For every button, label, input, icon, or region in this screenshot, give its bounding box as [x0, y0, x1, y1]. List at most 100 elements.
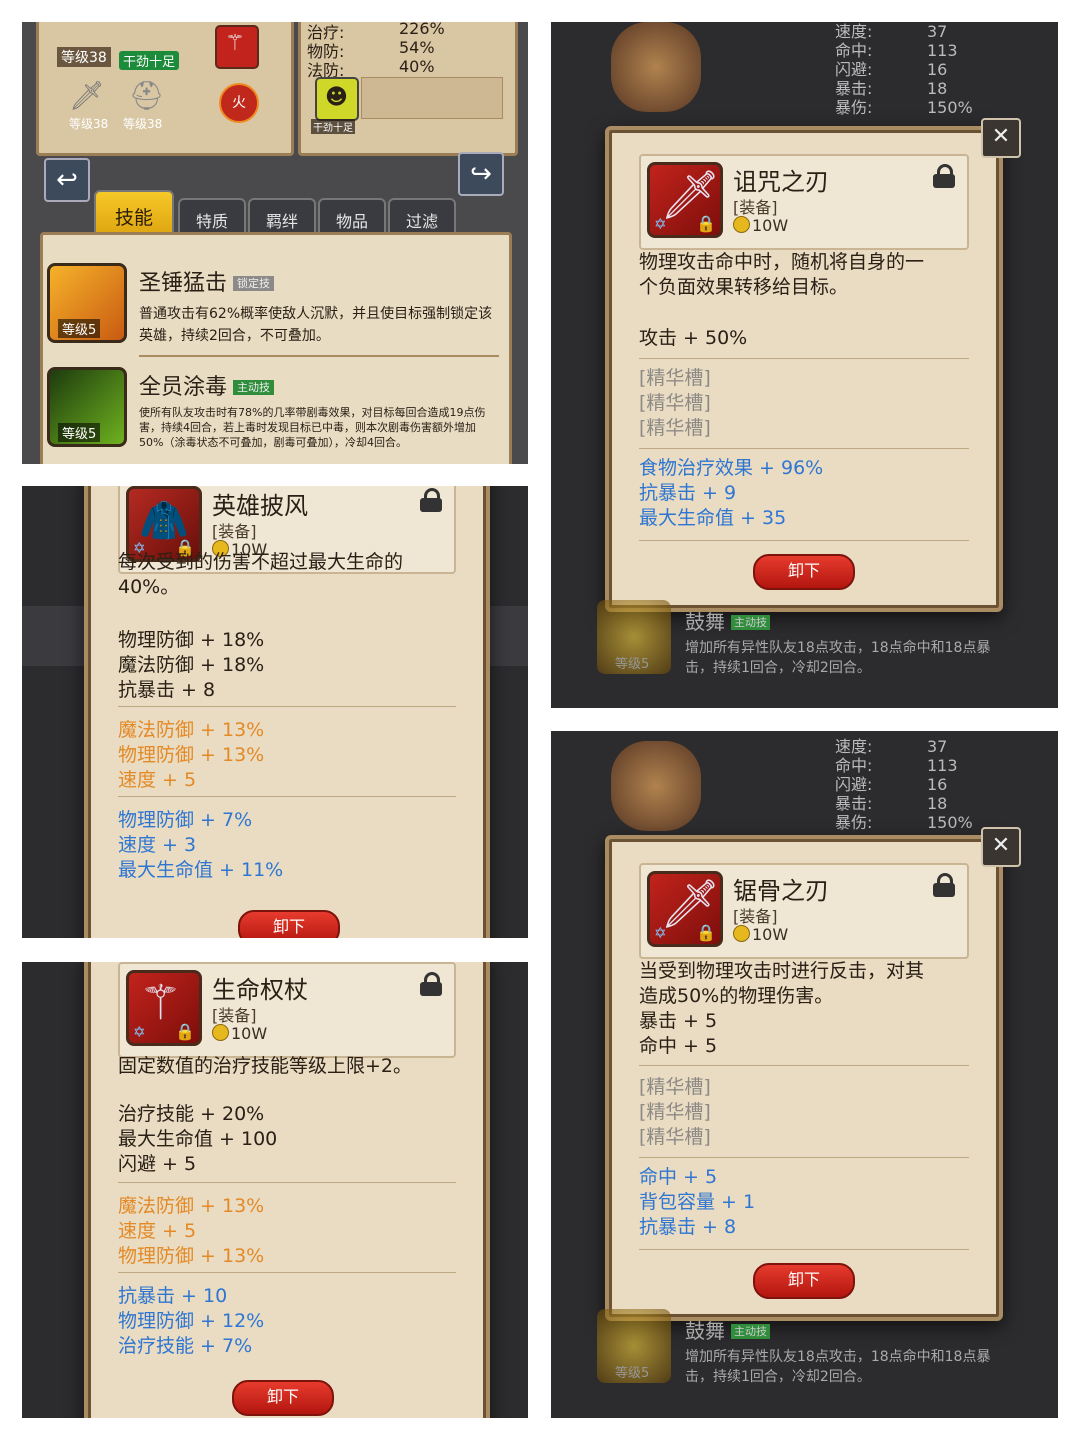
- close-icon: ✕: [991, 124, 1011, 149]
- divider: [118, 1182, 456, 1183]
- hero-equipment-panel: 等级38 干劲十足 🗡 等级38 ⛑ 等级38 ⚚ 火: [36, 22, 294, 156]
- skill-name: 全员涂毒: [139, 375, 228, 400]
- essence-slots: [精华槽] [精华槽] [精华槽]: [639, 366, 969, 441]
- stat-line: 命中 + 5: [639, 1035, 718, 1057]
- skill-title: 全员涂毒 主动技: [139, 369, 275, 401]
- stat-line: 物理防御 + 13%: [118, 744, 265, 766]
- essence-slot[interactable]: [精华槽]: [639, 1075, 969, 1100]
- lock-small-icon: 🔒: [175, 1022, 195, 1041]
- item-header: 🗡 ✡ 🔒 锯骨之刃 [装备] 10W: [639, 863, 969, 959]
- background-skill-row: 等级5 鼓舞 主动技 增加所有异性队友18点攻击，18点命中和18点暴击，持续1回…: [597, 1309, 1037, 1389]
- cloak-screenshot: 🧥 ✡ 🔒 英雄披风 [装备] 10W 每次受到的伤害不超过最大生命的40%。 …: [22, 486, 528, 938]
- stat-line: 食物治疗效果 + 96%: [639, 457, 824, 479]
- divider: [118, 796, 456, 797]
- stat-line: 魔法防御 + 13%: [118, 719, 265, 741]
- poison-blade-icon: 等级5: [47, 367, 127, 447]
- base-stats: 暴击 + 5 命中 + 5: [639, 1009, 969, 1059]
- item-popup: 🧥 ✡ 🔒 英雄披风 [装备] 10W 每次受到的伤害不超过最大生命的40%。 …: [84, 486, 490, 938]
- essence-slot[interactable]: [精华槽]: [639, 416, 969, 441]
- bg-stat-label: 闪避:: [835, 775, 873, 794]
- item-price: 10W: [733, 216, 788, 235]
- close-button[interactable]: ✕: [981, 118, 1021, 158]
- divider: [639, 1249, 969, 1250]
- morale-badge: 干劲十足: [119, 51, 180, 70]
- stat-line: 物理防御 + 7%: [118, 809, 253, 831]
- unequip-button[interactable]: 卸下: [232, 1380, 334, 1416]
- orange-stats: 魔法防御 + 13% 物理防御 + 13% 速度 + 5: [118, 718, 456, 793]
- skill-level: 等级5: [58, 423, 101, 442]
- coin-icon: [733, 925, 750, 942]
- background-stats: 速度: 37 命中: 113 闪避: 16 暴击: 18 暴伤: 150%: [835, 22, 1035, 122]
- item-price: 10W: [733, 925, 788, 944]
- stat-line: 背包容量 + 1: [639, 1191, 756, 1213]
- skill-type-badge: 锁定技: [233, 276, 275, 291]
- helmet-slot[interactable]: ⛑: [129, 79, 169, 115]
- skill-list-panel: 等级5 圣锤猛击 锁定技 普通攻击有62%概率使敌人沉默，并且使目标强制锁定该英雄…: [40, 232, 512, 464]
- holy-hammer-icon: 等级5: [47, 263, 127, 343]
- skill-description: 使所有队友攻击时有78%的几率带剧毒效果，对目标每回合造成19点伤害，持续4回合…: [139, 406, 486, 449]
- weapon-slot[interactable]: 🗡: [69, 79, 109, 115]
- orange-stats: 魔法防御 + 13% 速度 + 5 物理防御 + 13%: [118, 1194, 456, 1269]
- hero-level: 等级38: [57, 47, 111, 67]
- item-name: 英雄披风: [212, 492, 308, 520]
- item-type: [装备]: [733, 907, 778, 926]
- lock-small-icon: 🔒: [696, 923, 716, 942]
- bg-stat-row: 暴击: 18: [835, 79, 1035, 98]
- essence-slot[interactable]: [精华槽]: [639, 391, 969, 416]
- encourage-skill-icon: 等级5: [597, 600, 671, 674]
- divider: [118, 706, 456, 707]
- essence-slot[interactable]: [精华槽]: [639, 1100, 969, 1125]
- essence-slots: [精华槽] [精华槽] [精华槽]: [639, 1075, 969, 1150]
- hero-stats-panel: 治疗: 226% 物防: 54% 法防: 40% ☻ 干劲十足: [298, 22, 518, 156]
- essence-slot[interactable]: [精华槽]: [639, 366, 969, 391]
- bone-saw-screenshot: 速度: 37 命中: 113 闪避: 16 暴击: 18 暴伤: 150% 🗡 ✡ 🔒 锯…: [551, 731, 1058, 1418]
- stat-value: 226%: [399, 22, 445, 38]
- bg-stat-label: 命中:: [835, 41, 873, 60]
- skill-type-badge: 主动技: [731, 1324, 770, 1339]
- skill-level: 等级5: [615, 1366, 650, 1381]
- item-header: ⚚ ✡ 🔒 生命权杖 [装备] 10W: [118, 962, 456, 1058]
- pet-slot[interactable]: ☻: [315, 77, 359, 121]
- stat-line: 攻击 + 50%: [639, 327, 748, 349]
- unequip-button[interactable]: 卸下: [753, 554, 855, 590]
- stat-line: 暴击 + 5: [639, 1010, 718, 1032]
- lock-icon[interactable]: [420, 488, 442, 512]
- item-price: 10W: [212, 1024, 267, 1043]
- star-icon: ✡: [654, 215, 667, 233]
- next-hero-button[interactable]: ↪: [458, 152, 504, 196]
- stat-line: 物理防御 + 18%: [118, 629, 265, 651]
- prev-hero-button[interactable]: ↩: [44, 158, 90, 202]
- bg-stat-label: 速度:: [835, 22, 873, 41]
- skills-screenshot: 等级38 干劲十足 🗡 等级38 ⛑ 等级38 ⚚ 火 治疗: 226% 物防: 5…: [22, 22, 528, 464]
- lock-icon[interactable]: [420, 972, 442, 996]
- staff-glyph: ⚚: [139, 975, 183, 1031]
- divider: [639, 540, 969, 541]
- bg-stat-value: 16: [927, 775, 948, 794]
- price-value: 10W: [752, 216, 789, 235]
- staff-slot[interactable]: ⚚: [215, 25, 259, 69]
- encourage-skill-icon: 等级5: [597, 1309, 671, 1383]
- background-stats: 速度: 37 命中: 113 闪避: 16 暴击: 18 暴伤: 150%: [835, 737, 1035, 837]
- base-stats: 治疗技能 + 20% 最大生命值 + 100 闪避 + 5: [118, 1102, 456, 1177]
- unequip-button[interactable]: 卸下: [238, 910, 340, 938]
- stat-line: 最大生命值 + 100: [118, 1128, 278, 1150]
- item-name: 生命权杖: [212, 976, 308, 1004]
- unequip-button[interactable]: 卸下: [753, 1263, 855, 1299]
- bg-stat-label: 速度:: [835, 737, 873, 756]
- curse-blade-icon: 🗡 ✡ 🔒: [647, 162, 723, 238]
- bg-stat-value: 18: [927, 79, 948, 98]
- item-popup: 🗡 ✡ 🔒 诅咒之刃 [装备] 10W 物理攻击命中时，随机将自身的一 个负面效…: [605, 126, 1003, 612]
- price-value: 10W: [752, 925, 789, 944]
- stat-line: 物理防御 + 12%: [118, 1310, 265, 1332]
- stat-line: 抗暴击 + 9: [639, 482, 737, 504]
- skill-row[interactable]: 等级5 全员涂毒 主动技 使所有队友攻击时有78%的几率带剧毒效果，对目标每回合造…: [43, 367, 509, 459]
- close-button[interactable]: ✕: [981, 827, 1021, 867]
- item-type: [装备]: [212, 1006, 257, 1025]
- skill-title: 鼓舞 主动技: [685, 1315, 770, 1344]
- lock-icon[interactable]: [933, 164, 955, 188]
- lock-icon[interactable]: [933, 873, 955, 897]
- skill-row[interactable]: 等级5 圣锤猛击 锁定技 普通攻击有62%概率使敌人沉默，并且使目标强制锁定该英雄…: [43, 263, 509, 355]
- bg-stat-row: 暴击: 18: [835, 794, 1035, 813]
- stat-line: 抗暴击 + 8: [639, 1216, 737, 1238]
- essence-slot[interactable]: [精华槽]: [639, 1125, 969, 1150]
